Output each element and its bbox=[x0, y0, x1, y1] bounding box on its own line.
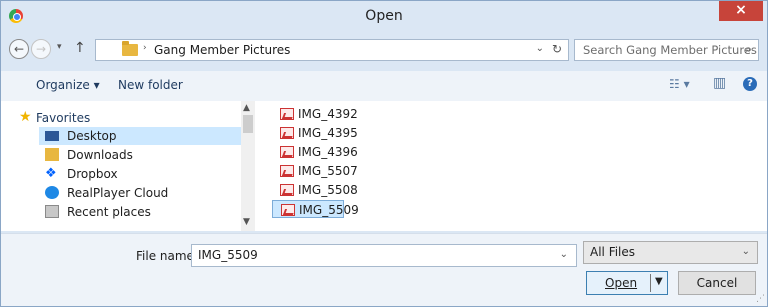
file-name: IMG_5507 bbox=[298, 164, 358, 178]
folder-icon bbox=[122, 41, 138, 56]
refresh-icon[interactable]: ↻ bbox=[552, 42, 562, 56]
change-view-icon[interactable]: ☷ ▾ bbox=[669, 77, 690, 91]
sidebar-item-label: Dropbox bbox=[67, 167, 118, 181]
cancel-button[interactable]: Cancel bbox=[678, 271, 756, 295]
preview-pane-icon[interactable]: ▥ bbox=[713, 75, 726, 91]
file-name: IMG_5508 bbox=[298, 183, 358, 197]
new-folder-button[interactable]: New folder bbox=[118, 78, 183, 92]
file-name: IMG_5509 bbox=[299, 203, 359, 217]
command-toolbar: Organize ▾ New folder ☷ ▾ ▥ ? bbox=[1, 71, 767, 101]
split-divider bbox=[650, 274, 651, 292]
sidebar-item-label: Recent places bbox=[67, 205, 151, 219]
search-input[interactable]: Search Gang Member Pictures ⌕ bbox=[574, 39, 759, 61]
sidebar-item-desktop[interactable]: Desktop bbox=[39, 127, 241, 145]
sidebar-scrollbar[interactable]: ▲ ▼ bbox=[241, 101, 255, 231]
file-name: IMG_4395 bbox=[298, 126, 358, 140]
content-panes: ★ Favorites Desktop Downloads ❖ Dropbox … bbox=[1, 101, 767, 231]
file-item[interactable]: IMG_4396 bbox=[272, 143, 358, 161]
favorites-star-icon: ★ bbox=[19, 109, 32, 125]
file-name: IMG_4392 bbox=[298, 107, 358, 121]
dialog-footer: File name: IMG_5509 ⌄ All Files ⌄ Open ▼… bbox=[1, 233, 767, 306]
image-file-icon bbox=[280, 127, 294, 139]
back-button[interactable]: ← bbox=[9, 39, 29, 59]
open-button[interactable]: Open ▼ bbox=[586, 271, 668, 295]
file-item[interactable]: IMG_4395 bbox=[272, 124, 358, 142]
sidebar-item-label: Downloads bbox=[67, 148, 133, 162]
dropbox-icon: ❖ bbox=[45, 166, 57, 181]
recent-locations-dropdown[interactable]: ▾ bbox=[57, 42, 62, 52]
image-file-icon bbox=[281, 204, 295, 216]
scroll-thumb[interactable] bbox=[243, 115, 253, 133]
navigation-row: ← → ▾ ↑ › Gang Member Pictures ⌄ ↻ Searc… bbox=[1, 35, 767, 65]
file-item-selected[interactable]: IMG_5509 bbox=[272, 200, 359, 218]
breadcrumb-folder[interactable]: Gang Member Pictures bbox=[154, 43, 290, 57]
file-name-label: File name: bbox=[136, 249, 198, 263]
chevron-down-icon[interactable]: ⌄ bbox=[742, 246, 750, 257]
file-name-field[interactable]: IMG_5509 ⌄ bbox=[191, 244, 577, 267]
scroll-up-icon[interactable]: ▲ bbox=[243, 103, 250, 113]
window-title: Open bbox=[365, 8, 403, 24]
image-file-icon bbox=[280, 165, 294, 177]
address-bar[interactable]: › Gang Member Pictures ⌄ ↻ bbox=[95, 39, 569, 61]
desktop-icon bbox=[45, 131, 59, 141]
file-item[interactable]: IMG_5507 bbox=[272, 162, 358, 180]
open-dropdown-icon[interactable]: ▼ bbox=[655, 276, 663, 287]
sidebar-item-realplayer-cloud[interactable]: RealPlayer Cloud bbox=[39, 184, 241, 202]
address-dropdown-icon[interactable]: ⌄ bbox=[536, 43, 544, 54]
sidebar-item-label: Desktop bbox=[67, 129, 117, 143]
realplayer-icon bbox=[45, 186, 59, 199]
close-button[interactable]: × bbox=[719, 1, 763, 21]
navigation-pane: ★ Favorites Desktop Downloads ❖ Dropbox … bbox=[1, 101, 255, 231]
image-file-icon bbox=[280, 184, 294, 196]
sidebar-item-recent-places[interactable]: Recent places bbox=[39, 203, 241, 221]
title-bar: Open × bbox=[1, 1, 767, 32]
sidebar-item-dropbox[interactable]: ❖ Dropbox bbox=[39, 165, 241, 183]
file-item[interactable]: IMG_4392 bbox=[272, 105, 358, 123]
file-list: IMG_4392 IMG_4395 IMG_4396 IMG_5507 IMG_… bbox=[255, 101, 767, 231]
resize-grip-icon[interactable]: ⋰ bbox=[756, 294, 765, 304]
sidebar-item-label: RealPlayer Cloud bbox=[67, 186, 169, 200]
search-placeholder: Search Gang Member Pictures bbox=[583, 43, 757, 57]
forward-button[interactable]: → bbox=[31, 39, 51, 59]
scroll-down-icon[interactable]: ▼ bbox=[243, 217, 250, 227]
image-file-icon bbox=[280, 108, 294, 120]
chevron-down-icon[interactable]: ⌄ bbox=[560, 249, 568, 260]
open-button-label: Open bbox=[605, 276, 638, 290]
recent-places-icon bbox=[45, 205, 59, 218]
file-type-value: All Files bbox=[590, 245, 636, 259]
organize-button[interactable]: Organize ▾ bbox=[36, 78, 100, 92]
file-name-value[interactable]: IMG_5509 bbox=[198, 248, 258, 262]
sidebar-item-downloads[interactable]: Downloads bbox=[39, 146, 241, 164]
favorites-heading[interactable]: Favorites bbox=[36, 111, 90, 125]
file-type-select[interactable]: All Files ⌄ bbox=[583, 241, 758, 264]
path-separator-icon[interactable]: › bbox=[143, 43, 147, 53]
file-item[interactable]: IMG_5508 bbox=[272, 181, 358, 199]
up-folder-button[interactable]: ↑ bbox=[74, 40, 86, 56]
image-file-icon bbox=[280, 146, 294, 158]
downloads-icon bbox=[45, 148, 59, 161]
help-icon[interactable]: ? bbox=[743, 77, 757, 91]
open-dialog: Open × ← → ▾ ↑ › Gang Member Pictures ⌄ … bbox=[0, 0, 768, 307]
file-name: IMG_4396 bbox=[298, 145, 358, 159]
search-icon[interactable]: ⌕ bbox=[745, 42, 752, 57]
